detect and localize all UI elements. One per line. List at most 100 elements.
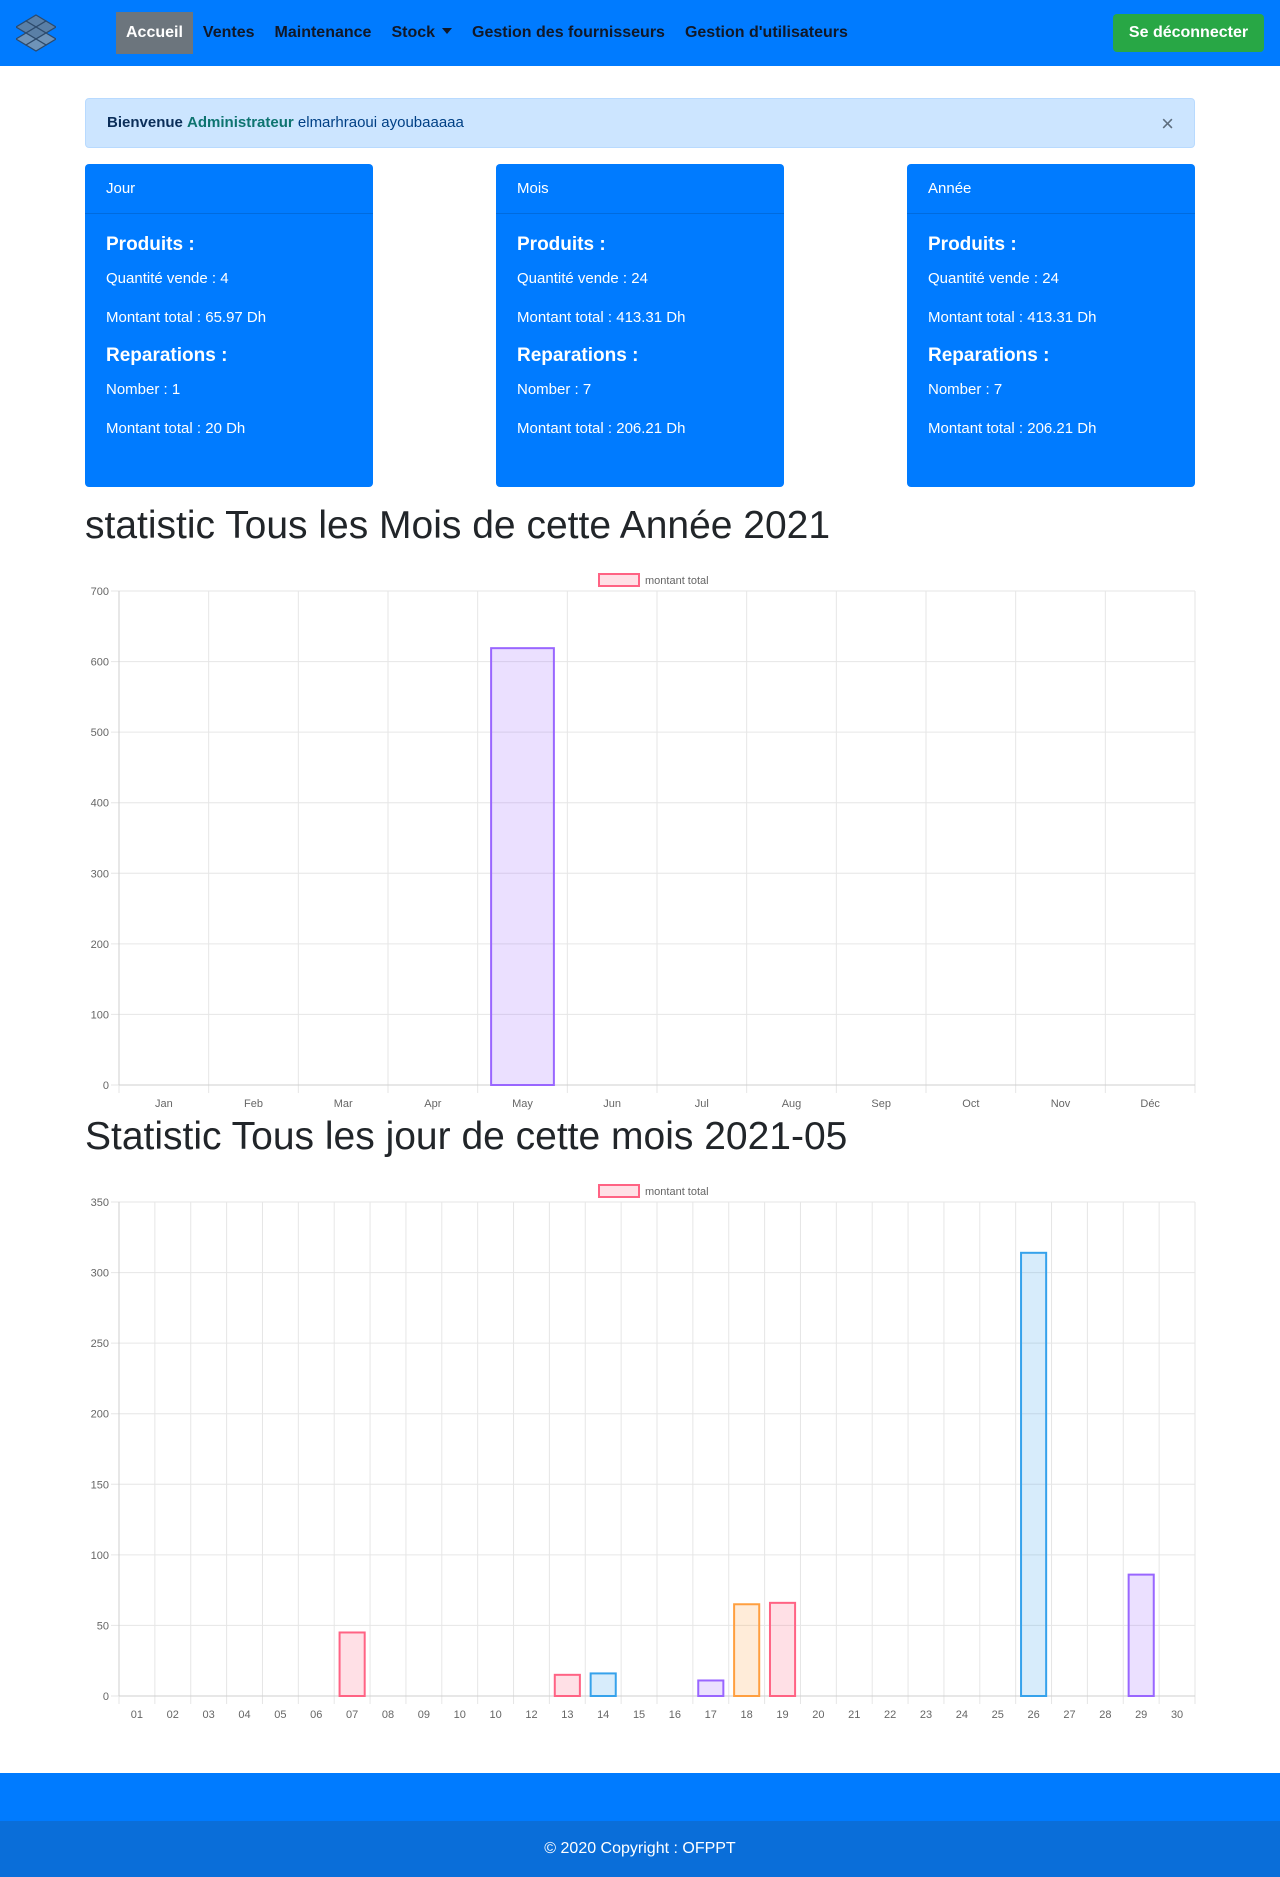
- x-tick-label: 29: [1135, 1709, 1147, 1721]
- nav-accueil[interactable]: Accueil: [116, 12, 193, 54]
- x-tick-label: Déc: [1140, 1098, 1160, 1110]
- card-mois: Mois Produits : Quantité vende : 24 Mont…: [496, 164, 784, 487]
- x-tick-label: 14: [597, 1709, 609, 1721]
- nav-gestion-utilisateurs[interactable]: Gestion d'utilisateurs: [675, 12, 858, 54]
- x-tick-label: 24: [956, 1709, 968, 1721]
- y-tick-label: 600: [91, 657, 109, 669]
- nombre-reparations: Nomber : 7: [928, 381, 1003, 398]
- y-tick-label: 500: [91, 727, 109, 739]
- x-tick-label: 28: [1099, 1709, 1111, 1721]
- x-tick-label: 21: [848, 1709, 860, 1721]
- x-tick-label: 30: [1171, 1709, 1183, 1721]
- x-tick-label: 20: [812, 1709, 824, 1721]
- x-tick-label: 06: [310, 1709, 322, 1721]
- x-tick-label: 15: [633, 1709, 645, 1721]
- y-tick-label: 200: [91, 939, 109, 951]
- alert-username: elmarhraoui ayoubaaaaa: [297, 114, 464, 131]
- montant-reparations: Montant total : 206.21 Dh: [928, 420, 1097, 437]
- y-tick-label: 150: [91, 1479, 109, 1491]
- nav-stock-label: Stock: [391, 24, 436, 41]
- y-tick-label: 50: [97, 1620, 109, 1632]
- caret-down-icon: [442, 28, 453, 34]
- top-navbar: Accueil Ventes Maintenance Stock Gestion…: [0, 0, 1280, 66]
- legend-swatch: [598, 573, 640, 587]
- x-tick-label: 05: [274, 1709, 286, 1721]
- legend-label: montant total: [645, 1186, 709, 1198]
- x-tick-label: May: [512, 1098, 533, 1110]
- x-tick-label: Apr: [424, 1098, 441, 1110]
- produits-title: Produits :: [928, 234, 1017, 255]
- nav-gestion-fournisseurs[interactable]: Gestion des fournisseurs: [462, 12, 675, 54]
- welcome-alert: Bienvenue Administrateur elmarhraoui ayo…: [85, 98, 1195, 148]
- nav-links: Accueil Ventes Maintenance Stock Gestion…: [116, 12, 858, 54]
- reparations-title: Reparations :: [928, 345, 1050, 366]
- bar-May: [490, 647, 555, 1086]
- x-tick-label: Sep: [871, 1098, 891, 1110]
- footer-band: [0, 1773, 1280, 1821]
- produits-title: Produits :: [517, 234, 606, 255]
- x-tick-label: Jan: [155, 1098, 173, 1110]
- x-tick-label: Oct: [962, 1098, 979, 1110]
- x-tick-label: 13: [561, 1709, 573, 1721]
- x-tick-label: 03: [203, 1709, 215, 1721]
- quantite-vendue: Quantité vende : 24: [928, 270, 1059, 287]
- daily-chart-heading: Statistic Tous les jour de cette mois 20…: [85, 1115, 848, 1158]
- montant-produits: Montant total : 413.31 Dh: [928, 309, 1097, 326]
- x-tick-label: 22: [884, 1709, 896, 1721]
- bar-07: [338, 1631, 366, 1698]
- x-tick-label: Mar: [334, 1098, 353, 1110]
- x-tick-label: Jun: [603, 1098, 621, 1110]
- monthly-chart-heading: statistic Tous les Mois de cette Année 2…: [85, 504, 831, 547]
- alert-role: Administrateur: [187, 114, 294, 131]
- y-tick-label: 700: [91, 586, 109, 598]
- x-tick-label: 10: [454, 1709, 466, 1721]
- bar-14: [589, 1672, 617, 1697]
- produits-title: Produits :: [106, 234, 195, 255]
- nombre-reparations: Nomber : 7: [517, 381, 592, 398]
- x-tick-label: 10: [489, 1709, 501, 1721]
- card-annee: Année Produits : Quantité vende : 24 Mon…: [907, 164, 1195, 487]
- reparations-title: Reparations :: [517, 345, 639, 366]
- card-title: Année: [907, 164, 1195, 214]
- reparations-title: Reparations :: [106, 345, 228, 366]
- x-tick-label: 19: [776, 1709, 788, 1721]
- logout-button[interactable]: Se déconnecter: [1113, 14, 1264, 52]
- nombre-reparations: Nomber : 1: [106, 381, 181, 398]
- x-tick-label: 12: [525, 1709, 537, 1721]
- x-tick-label: 27: [1063, 1709, 1075, 1721]
- card-jour: Jour Produits : Quantité vende : 4 Monta…: [85, 164, 373, 487]
- montant-reparations: Montant total : 206.21 Dh: [517, 420, 686, 437]
- stacked-boxes-logo-icon[interactable]: [16, 13, 56, 53]
- x-tick-label: 17: [705, 1709, 717, 1721]
- legend-swatch: [598, 1184, 640, 1198]
- y-tick-label: 0: [103, 1080, 109, 1092]
- footer-copyright: © 2020 Copyright : OFPPT: [0, 1821, 1280, 1877]
- bar-13: [553, 1673, 581, 1698]
- daily-bar-chart: 0 50 100 150 200 250 300 350 01 02 03 04 05 06 07 08 09 1…: [91, 1184, 1196, 1721]
- bar-17: [697, 1679, 725, 1697]
- x-tick-label: 18: [741, 1709, 753, 1721]
- x-tick-label: 07: [346, 1709, 358, 1721]
- x-tick-label: 08: [382, 1709, 394, 1721]
- x-tick-label: Feb: [244, 1098, 263, 1110]
- x-tick-label: 02: [167, 1709, 179, 1721]
- x-tick-label: 01: [131, 1709, 143, 1721]
- y-tick-label: 400: [91, 798, 109, 810]
- x-tick-label: Aug: [782, 1098, 802, 1110]
- y-tick-label: 300: [91, 868, 109, 880]
- nav-stock-dropdown[interactable]: Stock: [381, 12, 462, 54]
- x-tick-label: 04: [238, 1709, 250, 1721]
- x-tick-label: 16: [669, 1709, 681, 1721]
- quantite-vendue: Quantité vende : 24: [517, 270, 648, 287]
- y-tick-label: 100: [91, 1009, 109, 1021]
- bar-18: [733, 1603, 761, 1698]
- bar-19: [768, 1601, 797, 1697]
- x-tick-label: 25: [992, 1709, 1004, 1721]
- nav-maintenance[interactable]: Maintenance: [265, 12, 382, 54]
- nav-ventes[interactable]: Ventes: [193, 12, 265, 54]
- close-icon[interactable]: ×: [1161, 99, 1174, 149]
- y-tick-label: 0: [103, 1691, 109, 1703]
- y-tick-label: 100: [91, 1550, 109, 1562]
- x-tick-label: Jul: [695, 1098, 709, 1110]
- x-tick-label: 09: [418, 1709, 430, 1721]
